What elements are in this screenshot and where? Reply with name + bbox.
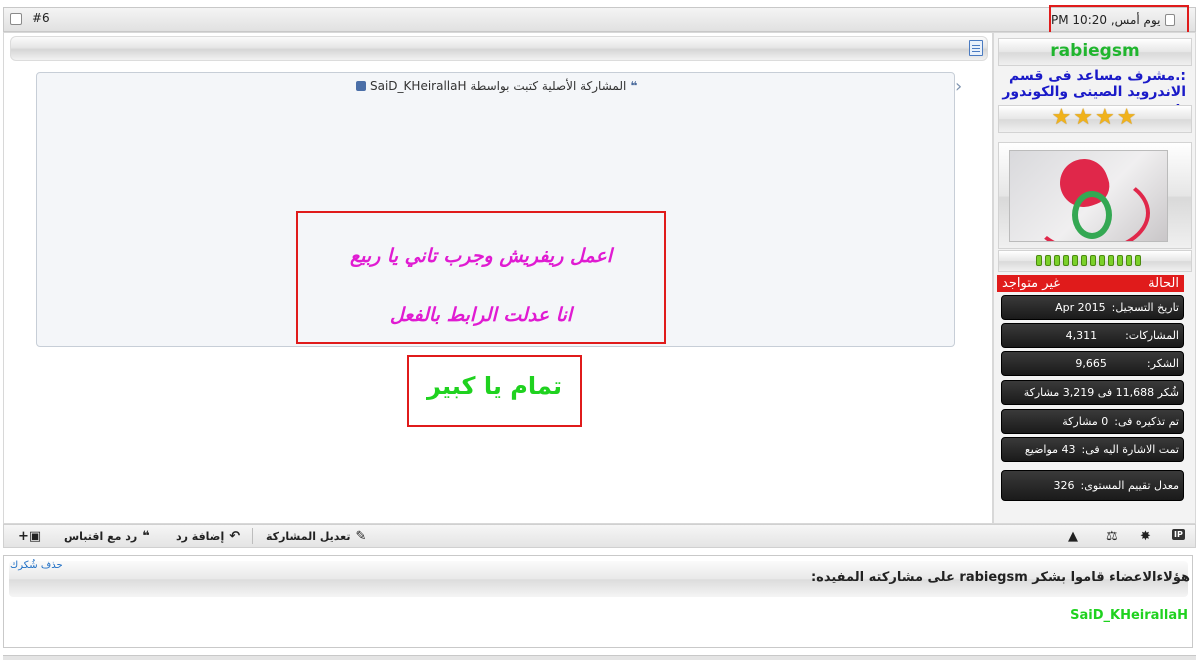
avatar[interactable] [1009,150,1168,242]
thanks-user-link[interactable]: SaiD_KHeirallaH [1000,608,1188,623]
chevron-right-icon: › [955,76,963,97]
rank-stars-icon: ★★★★ [1051,105,1139,130]
warning-icon: ▲ [1068,529,1078,544]
stat-join-date: تاريخ التسجيل: Apr 2015 [1001,295,1184,320]
quote-marks-icon: ❝ [630,79,638,93]
quote-line-2: انا عدلت الرابط بالفعل [389,304,573,326]
quote-line-1: اعمل ريفريش وجرب تاني يا ربيع [349,245,612,267]
quote-icon: ❝ [142,529,150,544]
edit-post-button[interactable]: ✎ تعديل المشاركة [266,529,366,544]
post-date: يوم أمس, 10:20 PM [1049,5,1189,35]
post-header [3,7,1196,32]
reputation-button[interactable]: ⚖ [1106,529,1118,544]
post-title-bar [10,36,988,61]
stat-tagged: تمت الاشارة اليه فى: 43 مواضيع [1001,437,1184,462]
multiquote-icon: ▣+ [18,529,42,544]
pencil-icon: ✎ [355,529,367,544]
stat-level-rating: معدل تقييم المستوى: 326 [1001,470,1184,501]
status-value: غير متواجد [1002,276,1061,291]
report-button[interactable]: ▲ [1068,529,1078,544]
reputation-icon [1036,255,1141,266]
stat-posts: المشاركات: 4,311 [1001,323,1184,348]
next-post-header [3,655,1196,660]
ip-icon: IP [1172,529,1185,540]
quote-header: ❝ المشاركة الأصلية كتبت بواسطة SaiD_KHei… [356,79,637,93]
status-label: الحالة [1148,276,1179,291]
star-icon: ✸ [1140,529,1151,544]
post-select-checkbox[interactable] [10,13,22,25]
quote-reply-button[interactable]: ❝ رد مع اقتباس [64,529,150,544]
view-post-icon[interactable] [356,81,366,91]
document-icon [1164,14,1175,26]
stat-mentioned: تم تذكيره فى: 0 مشاركة [1001,409,1184,434]
ip-button[interactable]: IP [1172,529,1185,540]
reply-arrow-icon: ↶ [229,529,241,544]
quote-header-text: المشاركة الأصلية كتبت بواسطة SaiD_KHeira… [370,79,627,93]
thanks-button[interactable]: ✸ [1140,529,1151,544]
divider [252,528,253,544]
stat-thanks: الشكر: 9,665 [1001,351,1184,376]
post-date-text: يوم أمس, 10:20 PM [1051,13,1161,27]
scales-icon: ⚖ [1106,529,1118,544]
stat-thanked: شُكر 11,688 فى 3,219 مشاركة [1001,380,1184,405]
reply-text: تمام يا كبير [427,372,562,400]
post-icon [969,40,983,56]
online-status: الحالة غير متواجد [997,275,1184,292]
reply-button[interactable]: ↶ إضافة رد [176,529,240,544]
thanks-text: هؤلاءالاعضاء قاموا بشكر rabiegsm على مشا… [810,570,1190,585]
post-number[interactable]: #6 [32,11,50,25]
username-link[interactable]: rabiegsm [998,41,1192,61]
multiquote-button[interactable]: ▣+ [18,529,41,544]
